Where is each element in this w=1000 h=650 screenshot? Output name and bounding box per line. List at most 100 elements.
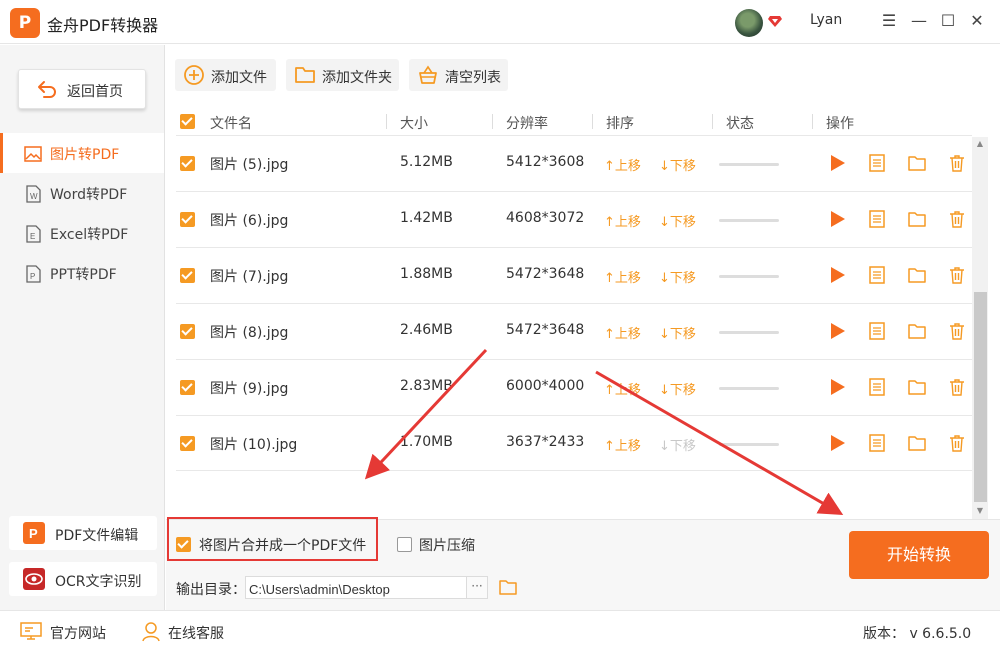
trash-icon[interactable]	[947, 377, 967, 397]
version-text: 版本： v 6.6.5.0	[863, 626, 972, 642]
header-divider	[712, 114, 713, 129]
row-checkbox[interactable]	[180, 212, 195, 227]
file-resolution: 5472*3648	[506, 322, 585, 338]
trash-icon[interactable]	[947, 209, 967, 229]
trash-icon[interactable]	[947, 433, 967, 453]
open-folder-icon[interactable]	[498, 577, 518, 597]
open-folder-icon[interactable]	[907, 321, 927, 341]
maximize-icon[interactable]: ☐	[939, 12, 957, 30]
ocr-eye-icon	[23, 568, 45, 590]
play-icon[interactable]	[827, 321, 847, 341]
sidebar-item-label: Excel转PDF	[50, 227, 129, 243]
sidebar-item-excel-to-pdf[interactable]: E Excel转PDF	[0, 213, 164, 253]
play-icon[interactable]	[827, 265, 847, 285]
move-down-button[interactable]: ↓下移	[659, 323, 696, 342]
menu-icon[interactable]: ☰	[880, 12, 898, 30]
move-up-button[interactable]: ↑上移	[604, 155, 641, 174]
browse-button[interactable]: ···	[466, 576, 488, 599]
progress-bar	[719, 219, 779, 222]
row-checkbox[interactable]	[180, 324, 195, 339]
open-folder-icon[interactable]	[907, 209, 927, 229]
move-down-button[interactable]: ↓下移	[659, 435, 696, 454]
ocr-label: OCR文字识别	[55, 574, 142, 590]
document-icon[interactable]	[867, 153, 887, 173]
pdf-edit-button[interactable]: P PDF文件编辑	[9, 516, 157, 550]
open-folder-icon[interactable]	[907, 377, 927, 397]
document-icon[interactable]	[867, 265, 887, 285]
document-icon[interactable]	[867, 433, 887, 453]
return-arrow-icon	[38, 81, 56, 98]
trash-icon[interactable]	[947, 321, 967, 341]
add-file-button[interactable]: 添加文件	[175, 59, 276, 91]
trash-icon[interactable]	[947, 265, 967, 285]
file-name: 图片 (5).jpg	[210, 157, 289, 173]
header-divider	[492, 114, 493, 129]
row-checkbox[interactable]	[180, 436, 195, 451]
support-agent-icon	[142, 622, 160, 642]
file-resolution: 5412*3608	[506, 154, 585, 170]
move-up-button[interactable]: ↑上移	[604, 435, 641, 454]
move-up-button[interactable]: ↑上移	[604, 211, 641, 230]
user-name[interactable]: Lyan	[810, 12, 842, 28]
sidebar-item-label: PPT转PDF	[50, 267, 117, 283]
file-resolution: 5472*3648	[506, 266, 585, 282]
move-down-button[interactable]: ↓下移	[659, 211, 696, 230]
sidebar-item-label: Word转PDF	[50, 187, 128, 203]
back-home-button[interactable]: 返回首页	[18, 69, 146, 109]
move-down-button[interactable]: ↓下移	[659, 267, 696, 286]
column-header-size: 大小	[400, 116, 428, 132]
move-down-button[interactable]: ↓下移	[659, 155, 696, 174]
compress-label: 图片压缩	[419, 538, 475, 554]
move-down-button[interactable]: ↓下移	[659, 379, 696, 398]
image-icon	[24, 146, 42, 162]
trash-icon[interactable]	[947, 153, 967, 173]
ocr-button[interactable]: OCR文字识别	[9, 562, 157, 596]
move-up-button[interactable]: ↑上移	[604, 267, 641, 286]
row-checkbox[interactable]	[180, 380, 195, 395]
play-icon[interactable]	[827, 153, 847, 173]
output-dir-field[interactable]	[245, 576, 467, 599]
file-resolution: 4608*3072	[506, 210, 585, 226]
merge-pdf-checkbox[interactable]	[176, 537, 191, 552]
close-icon[interactable]: ✕	[968, 12, 986, 30]
start-convert-button[interactable]: 开始转换	[849, 531, 989, 579]
open-folder-icon[interactable]	[907, 153, 927, 173]
document-icon[interactable]	[867, 377, 887, 397]
play-icon[interactable]	[827, 433, 847, 453]
open-folder-icon[interactable]	[907, 433, 927, 453]
document-icon[interactable]	[867, 209, 887, 229]
play-icon[interactable]	[827, 209, 847, 229]
progress-bar	[719, 443, 779, 446]
document-icon[interactable]	[867, 321, 887, 341]
sidebar-item-image-to-pdf[interactable]: 图片转PDF	[0, 133, 164, 173]
svg-text:P: P	[29, 526, 38, 541]
excel-doc-icon: E	[26, 225, 41, 243]
add-folder-label: 添加文件夹	[322, 70, 392, 86]
play-icon[interactable]	[827, 377, 847, 397]
official-website-link[interactable]: 官方网站	[50, 623, 106, 643]
select-all-checkbox[interactable]	[180, 114, 195, 129]
file-size: 1.88MB	[400, 266, 453, 282]
footer: 官方网站 在线客服 版本： v 6.6.5.0	[0, 610, 1000, 650]
svg-text:W: W	[30, 192, 38, 201]
move-up-button[interactable]: ↑上移	[604, 379, 641, 398]
add-folder-button[interactable]: 添加文件夹	[286, 59, 399, 91]
open-folder-icon[interactable]	[907, 265, 927, 285]
minimize-icon[interactable]: —	[910, 12, 928, 30]
scrollbar-thumb[interactable]	[974, 292, 987, 502]
sidebar: 返回首页 图片转PDF W Word转PDF E Excel转PDF P PPT…	[0, 45, 165, 610]
sidebar-item-label: 图片转PDF	[50, 147, 120, 163]
sidebar-item-word-to-pdf[interactable]: W Word转PDF	[0, 173, 164, 213]
column-header-order: 排序	[606, 116, 634, 132]
online-support-link[interactable]: 在线客服	[168, 623, 224, 643]
vip-diamond-icon[interactable]	[768, 15, 782, 28]
scroll-down-icon[interactable]: ▼	[975, 506, 985, 516]
move-up-button[interactable]: ↑上移	[604, 323, 641, 342]
compress-checkbox[interactable]	[397, 537, 412, 552]
row-checkbox[interactable]	[180, 268, 195, 283]
avatar[interactable]	[735, 9, 763, 37]
scroll-up-icon[interactable]: ▲	[975, 139, 985, 149]
row-checkbox[interactable]	[180, 156, 195, 171]
clear-list-button[interactable]: 清空列表	[409, 59, 508, 91]
sidebar-item-ppt-to-pdf[interactable]: P PPT转PDF	[0, 253, 164, 293]
